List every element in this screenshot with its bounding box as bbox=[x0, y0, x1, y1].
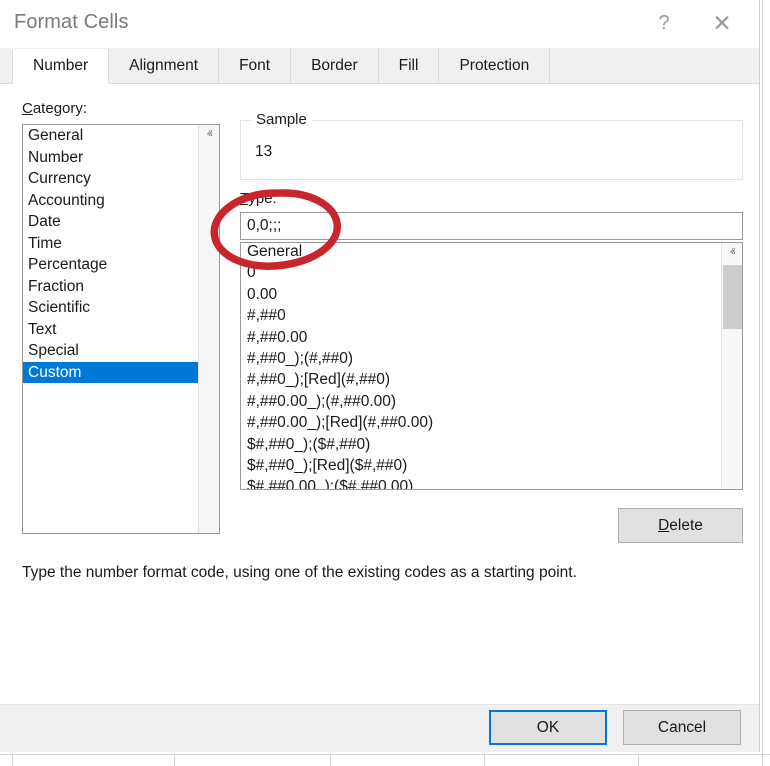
title-bar: Format Cells ? ✕ bbox=[0, 0, 759, 48]
type-listbox[interactable]: General 0 0.00 #,##0 #,##0.00 #,##0_);(#… bbox=[240, 242, 743, 490]
chevron-down-icon[interactable]: ⱟ bbox=[199, 512, 220, 533]
type-label: Type: bbox=[240, 190, 277, 207]
type-item[interactable]: #,##0_);(#,##0) bbox=[241, 348, 721, 369]
type-item[interactable]: 0 bbox=[241, 262, 721, 283]
tab-border[interactable]: Border bbox=[291, 48, 379, 83]
cancel-button[interactable]: Cancel bbox=[623, 710, 741, 745]
chevron-up-icon[interactable]: ⱏ bbox=[722, 243, 743, 264]
format-cells-dialog: Format Cells ? ✕ Number Alignment Font B… bbox=[0, 0, 760, 752]
sample-group: Sample 13 bbox=[240, 120, 743, 180]
type-input[interactable] bbox=[240, 212, 743, 240]
category-item-scientific[interactable]: Scientific bbox=[23, 297, 199, 319]
delete-label-accel: D bbox=[658, 517, 669, 534]
tab-strip: Number Alignment Font Border Fill Protec… bbox=[0, 48, 759, 84]
type-scrollbar[interactable]: ⱏ ⱟ bbox=[721, 243, 742, 489]
category-item-list: General Number Currency Accounting Date … bbox=[23, 125, 199, 383]
category-item-special[interactable]: Special bbox=[23, 340, 199, 362]
chevron-down-icon[interactable]: ⱟ bbox=[722, 468, 743, 489]
dialog-title: Format Cells bbox=[14, 11, 129, 34]
grid-line bbox=[762, 0, 763, 766]
type-item[interactable]: $#,##0_);[Red]($#,##0) bbox=[241, 455, 721, 476]
category-item-date[interactable]: Date bbox=[23, 211, 199, 233]
tab-number[interactable]: Number bbox=[12, 49, 109, 84]
grid-line bbox=[12, 754, 13, 766]
type-item[interactable]: $#,##0.00_);($#,##0.00) bbox=[241, 476, 721, 490]
type-item[interactable]: #,##0 bbox=[241, 305, 721, 326]
grid-line bbox=[484, 754, 485, 766]
chevron-up-icon[interactable]: ⱏ bbox=[199, 125, 220, 146]
type-item[interactable]: General bbox=[241, 242, 721, 262]
type-item[interactable]: #,##0_);[Red](#,##0) bbox=[241, 369, 721, 390]
type-item-list: General 0 0.00 #,##0 #,##0.00 #,##0_);(#… bbox=[241, 242, 721, 490]
delete-button[interactable]: Delete bbox=[618, 508, 743, 543]
type-item[interactable]: #,##0.00 bbox=[241, 327, 721, 348]
category-item-number[interactable]: Number bbox=[23, 147, 199, 169]
grid-line bbox=[174, 754, 175, 766]
category-label-rest: ategory: bbox=[33, 100, 87, 117]
category-label: Category: bbox=[22, 100, 87, 117]
category-item-accounting[interactable]: Accounting bbox=[23, 190, 199, 212]
ok-button[interactable]: OK bbox=[489, 710, 607, 745]
tab-font[interactable]: Font bbox=[219, 48, 291, 83]
hint-text: Type the number format code, using one o… bbox=[22, 564, 732, 582]
category-item-percentage[interactable]: Percentage bbox=[23, 254, 199, 276]
category-item-time[interactable]: Time bbox=[23, 233, 199, 255]
delete-label-rest: elete bbox=[669, 517, 703, 534]
help-icon[interactable]: ? bbox=[645, 6, 683, 40]
tab-strip-filler bbox=[550, 48, 759, 83]
category-listbox[interactable]: General Number Currency Accounting Date … bbox=[22, 124, 220, 534]
category-scrollbar[interactable]: ⱏ ⱟ bbox=[198, 125, 219, 533]
category-item-fraction[interactable]: Fraction bbox=[23, 276, 199, 298]
scrollbar-thumb[interactable] bbox=[723, 265, 742, 329]
category-item-currency[interactable]: Currency bbox=[23, 168, 199, 190]
tab-protection[interactable]: Protection bbox=[439, 48, 550, 83]
tab-fill[interactable]: Fill bbox=[379, 48, 440, 83]
category-item-custom[interactable]: Custom bbox=[23, 362, 199, 384]
grid-line bbox=[330, 754, 331, 766]
category-item-general[interactable]: General bbox=[23, 125, 199, 147]
dialog-footer: OK Cancel bbox=[0, 704, 759, 752]
category-item-text[interactable]: Text bbox=[23, 319, 199, 341]
type-item[interactable]: $#,##0_);($#,##0) bbox=[241, 434, 721, 455]
dialog-body: Category: General Number Currency Accoun… bbox=[0, 84, 759, 704]
grid-line bbox=[638, 754, 639, 766]
type-item[interactable]: 0.00 bbox=[241, 284, 721, 305]
sample-value: 13 bbox=[255, 143, 272, 161]
sample-legend: Sample bbox=[251, 111, 312, 128]
type-item[interactable]: #,##0.00_);(#,##0.00) bbox=[241, 391, 721, 412]
tab-alignment[interactable]: Alignment bbox=[109, 48, 219, 83]
type-item[interactable]: #,##0.00_);[Red](#,##0.00) bbox=[241, 412, 721, 433]
close-icon[interactable]: ✕ bbox=[703, 6, 741, 40]
type-label-rest: ype: bbox=[248, 190, 276, 207]
grid-line bbox=[0, 754, 770, 755]
category-label-accel: C bbox=[22, 100, 33, 117]
